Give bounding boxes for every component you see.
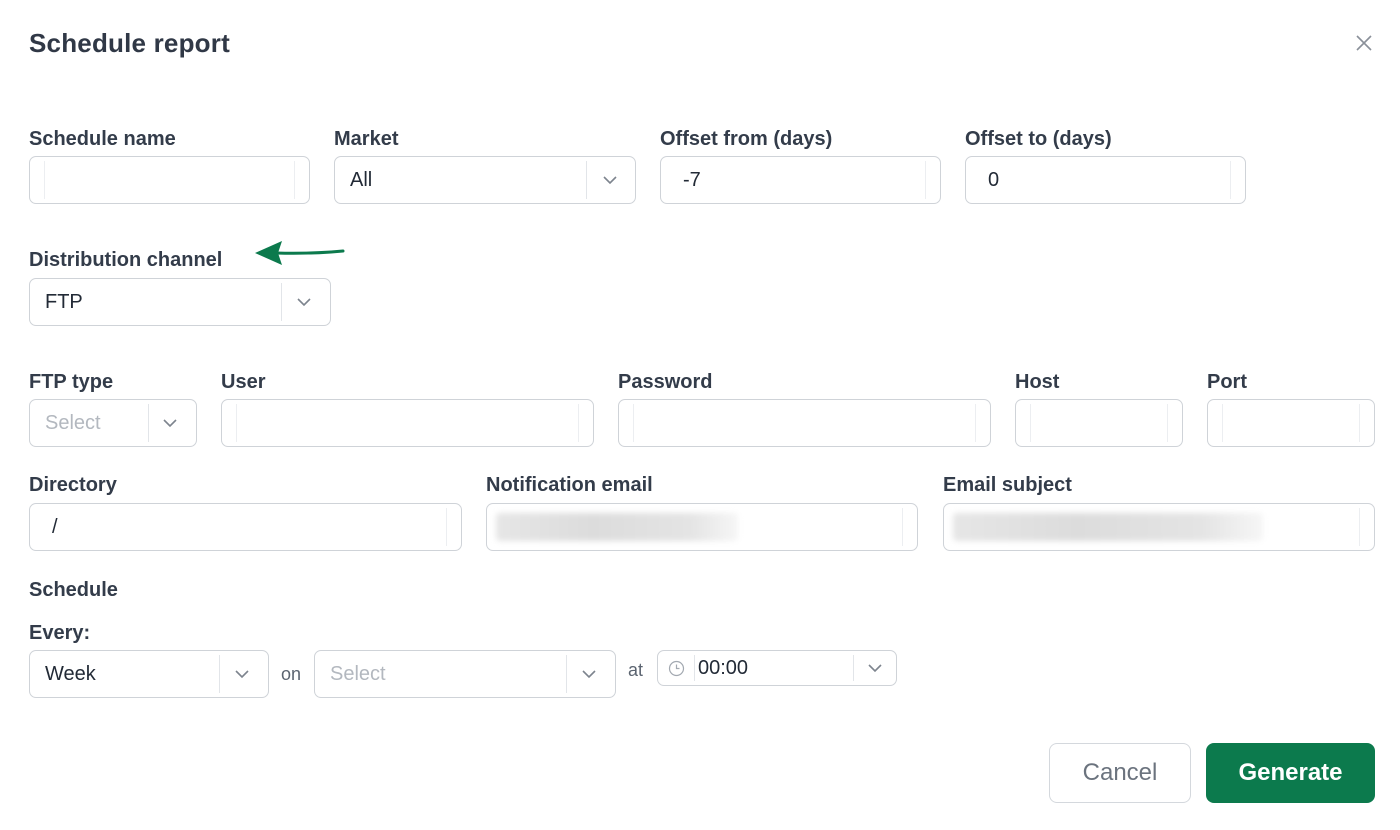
distribution-channel-value: FTP <box>45 290 83 313</box>
select-separator <box>281 283 282 321</box>
ftp-type-label: FTP type <box>29 371 114 393</box>
select-separator <box>853 655 854 681</box>
input-inner-edge <box>44 161 45 199</box>
notification-email-input[interactable] <box>486 503 918 551</box>
input-inner-edge <box>902 508 903 546</box>
email-subject-label: Email subject <box>943 474 1072 496</box>
chevron-down-icon <box>603 176 617 185</box>
schedule-name-input[interactable] <box>29 156 310 204</box>
input-inner-edge <box>1230 161 1231 199</box>
select-separator <box>219 655 220 693</box>
input-inner-edge <box>446 508 447 546</box>
offset-from-label: Offset from (days) <box>660 128 833 150</box>
schedule-heading: Schedule <box>29 579 118 601</box>
chevron-down-icon <box>868 664 882 673</box>
input-inner-edge <box>1030 404 1031 442</box>
host-input[interactable] <box>1015 399 1183 447</box>
redacted-subject-blur <box>953 513 1263 541</box>
schedule-name-label: Schedule name <box>29 128 176 150</box>
directory-input[interactable]: / <box>29 503 462 551</box>
notification-email-label: Notification email <box>486 474 653 496</box>
ftp-type-select[interactable]: Select <box>29 399 197 447</box>
input-inner-edge <box>975 404 976 442</box>
select-separator <box>566 655 567 693</box>
annotation-arrow-icon <box>255 241 345 265</box>
input-inner-edge <box>578 404 579 442</box>
day-select[interactable]: Select <box>314 650 616 698</box>
distribution-channel-select[interactable]: FTP <box>29 278 331 326</box>
day-placeholder: Select <box>330 662 386 685</box>
clock-icon <box>668 660 685 677</box>
offset-from-input[interactable]: -7 <box>660 156 941 204</box>
time-left-separator <box>694 655 695 681</box>
password-input[interactable] <box>618 399 991 447</box>
at-label: at <box>628 660 644 680</box>
market-label: Market <box>334 128 399 150</box>
chevron-down-icon <box>297 298 311 307</box>
on-label: on <box>281 664 302 684</box>
close-icon[interactable] <box>1353 32 1375 54</box>
cancel-button[interactable]: Cancel <box>1049 743 1191 803</box>
dialog-title: Schedule report <box>29 28 230 58</box>
input-inner-edge <box>236 404 237 442</box>
port-label: Port <box>1207 371 1247 393</box>
input-inner-edge <box>633 404 634 442</box>
market-select[interactable]: All <box>334 156 636 204</box>
input-inner-edge <box>1222 404 1223 442</box>
user-label: User <box>221 371 266 393</box>
input-inner-edge <box>925 161 926 199</box>
redacted-email-blur <box>496 513 738 541</box>
select-separator <box>148 404 149 442</box>
user-input[interactable] <box>221 399 594 447</box>
distribution-channel-label: Distribution channel <box>29 249 223 271</box>
input-inner-edge <box>294 161 295 199</box>
port-input[interactable] <box>1207 399 1375 447</box>
every-select[interactable]: Week <box>29 650 269 698</box>
select-separator <box>586 161 587 199</box>
time-select[interactable]: 00:00 <box>657 650 897 686</box>
input-inner-edge <box>1359 404 1360 442</box>
market-value: All <box>350 168 373 191</box>
directory-value: / <box>52 515 58 538</box>
chevron-down-icon <box>163 419 177 428</box>
chevron-down-icon <box>582 670 596 679</box>
offset-to-value: 0 <box>988 168 1000 191</box>
password-label: Password <box>618 371 713 393</box>
directory-label: Directory <box>29 474 117 496</box>
input-inner-edge <box>1359 508 1360 546</box>
offset-to-label: Offset to (days) <box>965 128 1112 150</box>
offset-to-input[interactable]: 0 <box>965 156 1246 204</box>
host-label: Host <box>1015 371 1060 393</box>
generate-button[interactable]: Generate <box>1206 743 1375 803</box>
input-inner-edge <box>1167 404 1168 442</box>
email-subject-input[interactable] <box>943 503 1375 551</box>
chevron-down-icon <box>235 670 249 679</box>
offset-from-value: -7 <box>683 168 701 191</box>
every-label: Every: <box>29 622 91 644</box>
